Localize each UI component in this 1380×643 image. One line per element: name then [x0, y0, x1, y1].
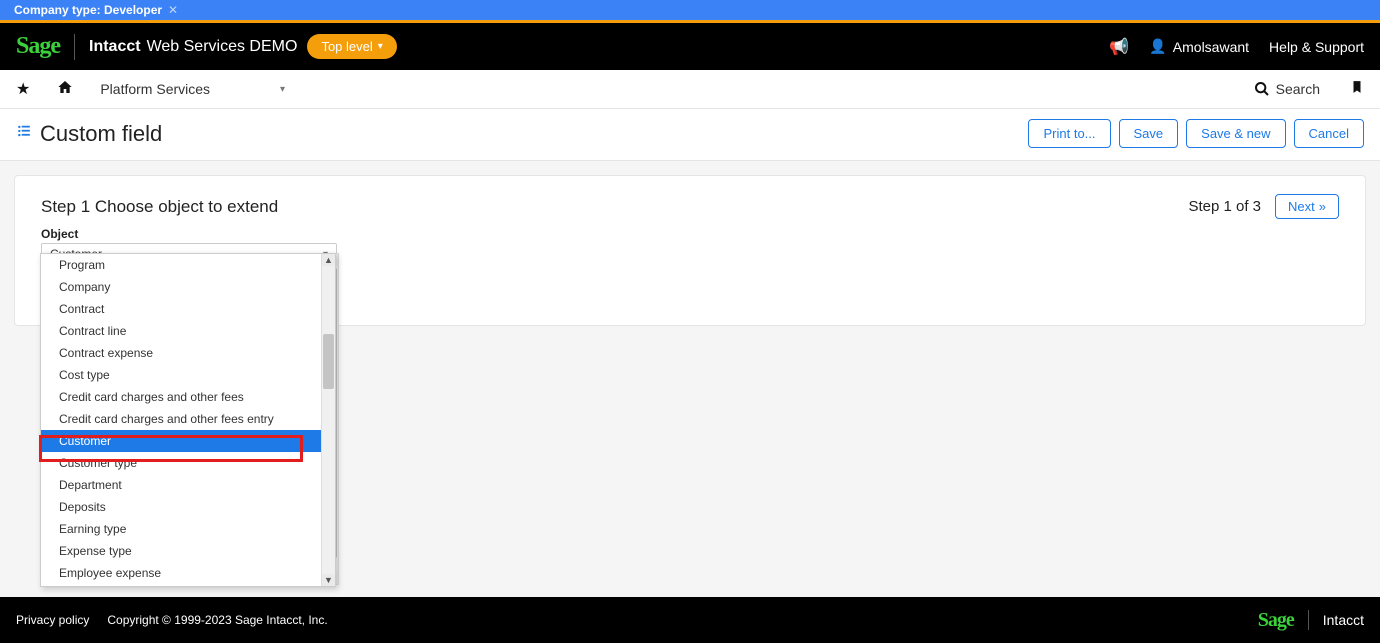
object-dropdown: ProgramCompanyContractContract lineContr…	[40, 253, 336, 587]
divider	[1308, 610, 1309, 630]
privacy-link[interactable]: Privacy policy	[16, 613, 89, 627]
object-option[interactable]: Employee expense	[41, 562, 335, 584]
step-title: Step 1 Choose object to extend	[41, 197, 278, 217]
chevron-down-icon: ▾	[280, 84, 285, 95]
env-name: Web Services DEMO	[147, 38, 298, 56]
footer: Privacy policy Copyright © 1999-2023 Sag…	[0, 597, 1380, 643]
object-option[interactable]: Deposits	[41, 496, 335, 518]
top-level-button[interactable]: Top level ▾	[307, 34, 396, 59]
object-option[interactable]: Program	[41, 254, 335, 276]
object-label: Object	[41, 227, 1339, 241]
company-type-text: Company type: Developer	[14, 3, 162, 17]
chevron-down-icon: ▾	[378, 41, 383, 52]
announcement-icon[interactable]: 📢	[1109, 37, 1129, 57]
save-button[interactable]: Save	[1119, 119, 1179, 148]
close-icon[interactable]: ✕	[168, 3, 178, 17]
sage-logo: Sage	[16, 33, 60, 60]
nav-bar: ★ Platform Services ▾ Search	[0, 70, 1380, 109]
company-type-banner: Company type: Developer ✕	[0, 0, 1380, 20]
print-button[interactable]: Print to...	[1028, 119, 1110, 148]
object-option[interactable]: Customer type	[41, 452, 335, 474]
object-option[interactable]: Earning type	[41, 518, 335, 540]
step-counter: Step 1 of 3	[1188, 198, 1261, 215]
object-option[interactable]: Contract line	[41, 320, 335, 342]
page-title: Custom field	[40, 121, 162, 147]
app-header: Sage Intacct Web Services DEMO Top level…	[0, 23, 1380, 70]
top-level-label: Top level	[321, 39, 372, 54]
divider	[74, 34, 75, 60]
favorites-icon[interactable]: ★	[16, 79, 30, 99]
cancel-button[interactable]: Cancel	[1294, 119, 1364, 148]
user-menu[interactable]: 👤 Amolsawant	[1149, 38, 1249, 55]
search-button[interactable]: Search	[1254, 81, 1320, 97]
product-name: Intacct	[89, 38, 141, 56]
next-button[interactable]: Next »	[1275, 194, 1339, 219]
object-option[interactable]: Department	[41, 474, 335, 496]
sage-logo: Sage	[1258, 609, 1294, 632]
object-option[interactable]: Credit card charges and other fees entry	[41, 408, 335, 430]
username: Amolsawant	[1173, 39, 1249, 55]
object-option[interactable]: Customer	[41, 430, 335, 452]
help-link[interactable]: Help & Support	[1269, 39, 1364, 55]
object-option[interactable]: Credit card charges and other fees	[41, 386, 335, 408]
save-new-button[interactable]: Save & new	[1186, 119, 1285, 148]
module-label: Platform Services	[100, 81, 210, 97]
product-name: Intacct	[1323, 612, 1364, 628]
scroll-up-icon[interactable]: ▲	[322, 254, 335, 266]
bookmark-icon[interactable]	[1350, 79, 1364, 100]
object-option[interactable]: Cost type	[41, 364, 335, 386]
object-option[interactable]: Contract expense	[41, 342, 335, 364]
page-header: Custom field Print to... Save Save & new…	[0, 109, 1380, 161]
dropdown-scrollbar[interactable]: ▲ ▼	[321, 254, 335, 586]
home-icon[interactable]	[56, 79, 74, 100]
double-chevron-right-icon: »	[1319, 199, 1326, 214]
list-icon[interactable]	[16, 124, 32, 143]
module-dropdown[interactable]: Platform Services ▾	[100, 81, 285, 97]
scroll-down-icon[interactable]: ▼	[322, 574, 335, 586]
object-option[interactable]: Company	[41, 276, 335, 298]
user-icon: 👤	[1149, 38, 1166, 55]
next-label: Next	[1288, 199, 1315, 214]
copyright-text: Copyright © 1999-2023 Sage Intacct, Inc.	[107, 613, 327, 627]
search-label: Search	[1276, 81, 1320, 97]
object-option[interactable]: Contract	[41, 298, 335, 320]
scroll-thumb[interactable]	[323, 334, 334, 389]
object-option[interactable]: Expense type	[41, 540, 335, 562]
